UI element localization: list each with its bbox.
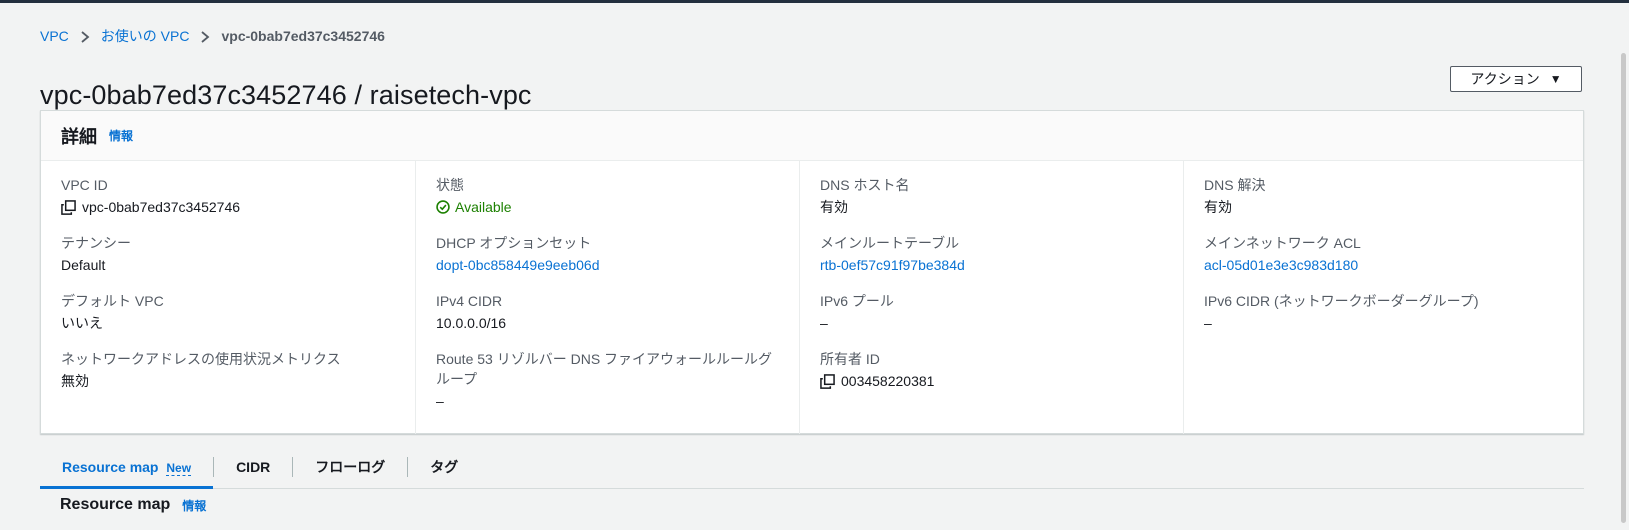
dhcp-options-link[interactable]: dopt-0bc858449e9eeb06d [436,255,600,275]
field-value: vpc-0bab7ed37c3452746 [61,197,240,217]
route53-dns-firewall-value: – [436,393,444,409]
ipv6-cidr-value: – [1204,315,1212,331]
copy-icon[interactable] [61,199,76,215]
resource-map-info-link[interactable]: 情報 [182,497,206,514]
details-grid: VPC ID vpc-0bab7ed37c3452746 テナンシー Defau… [41,160,1583,434]
tab-label: Resource map [62,459,159,475]
scrollbar[interactable] [1615,3,1629,530]
status-success-icon [436,200,450,214]
field-label: テナンシー [61,235,131,251]
chevron-right-icon [75,28,95,44]
field-label: メインネットワーク ACL [1204,235,1361,251]
field-label: DHCP オプションセット [436,235,592,251]
field-label: IPv6 CIDR (ネットワークボーダーグループ) [1204,293,1479,309]
tab-bar: Resource map New CIDR フローログ タグ [40,446,1584,489]
field-network-address-metrics: ネットワークアドレスの使用状況メトリクス 無効 [61,349,341,391]
ipv4-cidr-value: 10.0.0.0/16 [436,315,507,331]
field-dns-hostnames: DNS ホスト名 有効 [820,175,909,217]
details-panel: 詳細 情報 VPC ID vpc-0bab7ed37c3452746 テナンシー… [40,110,1584,434]
details-info-link[interactable]: 情報 [109,127,133,144]
network-address-metrics-value: 無効 [61,373,89,389]
actions-button-label: アクション [1470,71,1540,87]
breadcrumb-vpc-link[interactable]: VPC [40,28,69,44]
field-label: 状態 [436,177,464,193]
field-route53-dns-firewall: Route 53 リゾルバー DNS ファイアウォールルールグループ – [436,349,786,411]
field-ipv6-pool: IPv6 プール – [820,291,894,333]
main-network-acl-link[interactable]: acl-05d01e3e3c983d180 [1204,255,1361,275]
breadcrumb: VPC お使いの VPC vpc-0bab7ed37c3452746 [40,26,385,46]
tab-flow-logs[interactable]: フローログ [293,446,407,488]
details-title: 詳細 [61,126,97,147]
actions-button[interactable]: アクション ▼ [1450,66,1582,92]
owner-id-value: 003458220381 [841,373,935,389]
tab-tags[interactable]: タグ [408,446,480,488]
breadcrumb-current: vpc-0bab7ed37c3452746 [221,28,385,44]
field-label: メインルートテーブル [820,235,960,251]
field-label: デフォルト VPC [61,293,164,309]
field-label: Route 53 リゾルバー DNS ファイアウォールルールグループ [436,351,773,387]
field-tenancy: テナンシー Default [61,233,131,275]
ipv6-pool-value: – [820,315,828,331]
field-label: VPC ID [61,177,108,193]
copy-icon[interactable] [820,373,835,389]
new-badge: New [166,461,192,476]
main-route-table-link[interactable]: rtb-0ef57c91f97be384d [820,255,965,275]
field-default-vpc: デフォルト VPC いいえ [61,291,164,333]
vpc-id-value: vpc-0bab7ed37c3452746 [82,199,241,215]
field-ipv4-cidr: IPv4 CIDR 10.0.0.0/16 [436,291,506,333]
field-label: DNS 解決 [1204,177,1266,193]
state-text: Available [455,199,512,215]
field-value: 003458220381 [820,371,934,391]
details-column-3: DNS ホスト名 有効 メインルートテーブル rtb-0ef57c91f97be… [799,160,1183,434]
field-dns-resolution: DNS 解決 有効 [1204,175,1265,217]
field-main-network-acl: メインネットワーク ACL acl-05d01e3e3c983d180 [1204,233,1361,275]
details-column-1: VPC ID vpc-0bab7ed37c3452746 テナンシー Defau… [41,160,415,434]
field-ipv6-cidr: IPv6 CIDR (ネットワークボーダーグループ) – [1204,291,1479,333]
field-label: DNS ホスト名 [820,177,910,193]
page-title: vpc-0bab7ed37c3452746 / raisetech-vpc [40,80,532,111]
field-label: ネットワークアドレスの使用状況メトリクス [61,351,341,367]
field-owner-id: 所有者 ID 003458220381 [820,349,934,391]
resource-map-header: Resource map 情報 [60,496,206,514]
details-panel-header: 詳細 情報 [41,111,1583,161]
details-column-2: 状態 Available DHCP オプションセット dopt-0bc85844… [415,160,799,434]
field-label: 所有者 ID [820,351,880,367]
breadcrumb-your-vpcs-link[interactable]: お使いの VPC [101,26,190,46]
tab-resource-map[interactable]: Resource map New [40,446,214,489]
caret-down-icon: ▼ [1549,72,1562,86]
field-label: IPv4 CIDR [436,293,503,309]
field-main-route-table: メインルートテーブル rtb-0ef57c91f97be384d [820,233,965,275]
dns-hostnames-value: 有効 [820,199,848,215]
scrollbar-thumb[interactable] [1621,53,1626,523]
field-dhcp-options: DHCP オプションセット dopt-0bc858449e9eeb06d [436,233,600,275]
tenancy-value: Default [61,257,106,273]
field-label: IPv6 プール [820,293,894,309]
tab-cidr[interactable]: CIDR [214,446,292,488]
chevron-right-icon [195,28,215,44]
resource-map-title: Resource map [60,496,171,513]
field-vpc-id: VPC ID vpc-0bab7ed37c3452746 [61,175,240,217]
details-column-4: DNS 解決 有効 メインネットワーク ACL acl-05d01e3e3c98… [1183,160,1567,434]
default-vpc-value: いいえ [61,315,103,331]
state-value: Available [436,197,512,217]
dns-resolution-value: 有効 [1204,199,1232,215]
field-state: 状態 Available [436,175,512,217]
